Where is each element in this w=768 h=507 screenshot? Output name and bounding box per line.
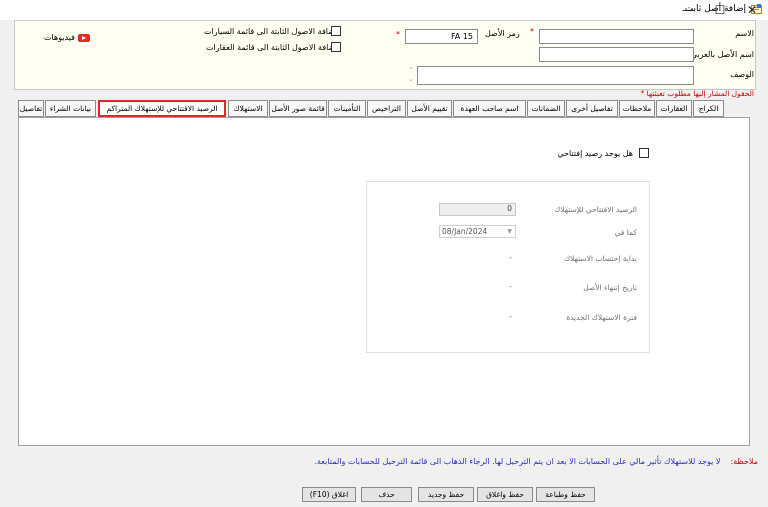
videos-label: فيديوهات [44,33,75,42]
asset-end-date-label: تاريخ إنتهاء الأصل [583,283,637,292]
description-input[interactable] [417,66,694,85]
tab-insurances[interactable]: التأمينات [328,100,366,117]
tab-strip: تفاصيل بيانات الشراء الرصيد الافتتاحي لل… [18,100,740,117]
tab-other-details[interactable]: تفاصيل أخرى [566,100,618,117]
close-button[interactable]: اغلاق (F10) [302,487,356,502]
minimize-button[interactable]: — [672,0,704,20]
tab-asset-valuation[interactable]: تقييم الأصل [407,100,452,117]
videos-button[interactable]: فيديوهات [44,33,90,42]
name-required-mark: * [530,27,534,36]
maximize-button[interactable]: ☐ [704,0,736,20]
tab-custodian-name[interactable]: اسم صاحب العهدة [453,100,526,117]
tab-licenses[interactable]: التراخيص [367,100,406,117]
arabic-name-label: اسم الأصل بالعربي [690,50,754,59]
tab-garage[interactable]: الكراج [693,100,724,117]
video-play-icon [77,33,90,42]
description-scroll-arrows[interactable]: ⌃ ⌄ [406,66,416,85]
asset-code-input[interactable]: FA 15 [405,29,478,44]
chevron-down-icon[interactable]: ▼ [507,228,512,235]
new-depreciation-period-label: فترة الاستهلاك الجديدة [566,313,637,322]
delete-button[interactable]: حذف [361,487,412,502]
has-opening-balance-row: هل يوجد رصيد إفتتاحي [557,148,649,158]
depreciation-start-label: بداية إحتساب الاستهلاك [563,254,637,263]
footer-note: ملاحظة: لا يوجد للاستهلاك تأثير مالي على… [314,457,758,466]
save-print-button[interactable]: حفظ وطباعة [536,487,595,502]
tab-guarantees[interactable]: الضمانات [527,100,565,117]
asset-end-date-value: - [509,282,512,291]
has-opening-balance-checkbox[interactable] [639,148,649,158]
tab-notes[interactable]: ملاحظات [619,100,655,117]
save-close-button[interactable]: حفظ واغلاق [477,487,533,502]
new-depreciation-period-value: - [509,312,512,321]
has-opening-balance-label: هل يوجد رصيد إفتتاحي [557,148,633,158]
tab-purchase-data[interactable]: بيانات الشراء [45,100,96,117]
note-label: ملاحظة: [730,457,758,466]
asset-code-label: رمز الأصل [485,29,520,38]
add-to-realestate-checkbox[interactable] [331,42,341,52]
asset-code-required-mark: * [396,30,400,39]
tab-depreciation[interactable]: الاستهلاك [228,100,268,117]
tab-asset-images[interactable]: قائمة صور الأصل [269,100,327,117]
arabic-name-input[interactable] [539,47,694,62]
as-of-date-value: 08/Jan/2024 [442,227,488,236]
close-window-button[interactable]: ✕ [736,0,768,20]
required-fields-note: الحقول المشار إليها مطلوب تعبئتها * [640,89,755,98]
opening-balance-label: الرصيد الافتتاحي للإستهلاك [554,205,637,214]
tab-details[interactable]: تفاصيل [18,100,44,117]
add-to-vehicles-checkbox[interactable] [331,26,341,36]
name-input[interactable] [539,29,694,44]
as-of-label: كما في [614,228,637,237]
depreciation-start-value: - [509,253,512,262]
title-bar [0,0,768,20]
add-to-realestate-label: إضافة الاصول الثابتة الى قائمة العقارات [206,43,338,52]
add-to-vehicles-label: إضافة الاصول الثابتة الى قائمة السيارات [204,27,338,36]
tab-opening-accumulated-depreciation[interactable]: الرصيد الافتتاحي للإستهلاك المتراكم [98,100,226,117]
opening-balance-input[interactable]: 0 [439,203,516,216]
as-of-date-picker[interactable]: 08/Jan/2024 ▼ [439,225,516,238]
name-label: الاسم [735,29,754,38]
description-label: الوصف [730,70,754,79]
note-text: لا يوجد للاستهلاك تأثير مالي على الحسابا… [314,457,721,466]
save-new-button[interactable]: حفظ وجديد [418,487,474,502]
tab-real-estate[interactable]: العقارات [656,100,692,117]
